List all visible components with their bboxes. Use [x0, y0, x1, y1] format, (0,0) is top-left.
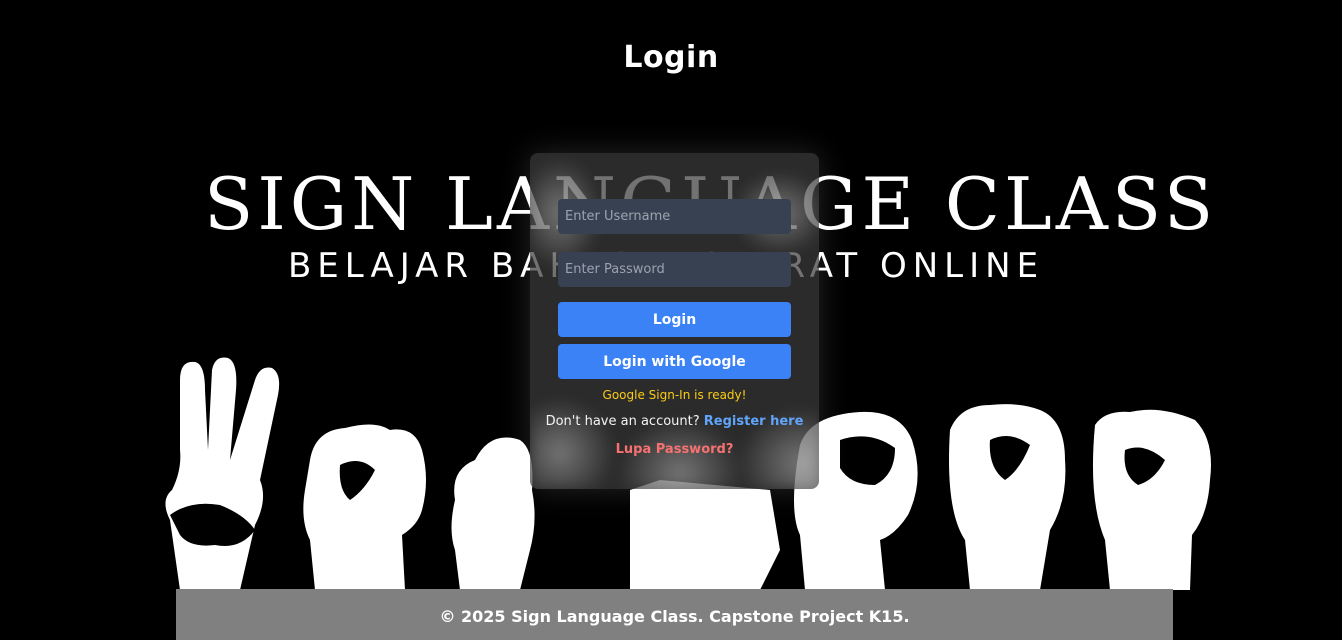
footer: © 2025 Sign Language Class. Capstone Pro…: [176, 589, 1173, 640]
footer-text: © 2025 Sign Language Class. Capstone Pro…: [439, 607, 910, 626]
username-input[interactable]: [558, 199, 791, 234]
page-title: Login: [623, 40, 719, 75]
register-row: Don't have an account? Register here: [530, 414, 819, 429]
password-input[interactable]: [558, 252, 791, 287]
hand-three-fingers: [165, 357, 280, 590]
hand-fist-3: [949, 404, 1066, 590]
hand-center: [630, 480, 780, 590]
hand-fist-2: [451, 437, 535, 590]
register-link[interactable]: Register here: [704, 414, 804, 429]
google-login-button[interactable]: Login with Google: [558, 344, 791, 379]
forgot-password-link[interactable]: Lupa Password?: [530, 442, 819, 457]
login-button[interactable]: Login: [558, 302, 791, 337]
register-prompt: Don't have an account?: [545, 414, 700, 429]
hand-fist-1: [303, 424, 426, 590]
login-card: Login Login with Google Google Sign-In i…: [530, 153, 819, 489]
google-status-message: Google Sign-In is ready!: [602, 388, 747, 402]
hand-fist-4: [1092, 409, 1211, 590]
